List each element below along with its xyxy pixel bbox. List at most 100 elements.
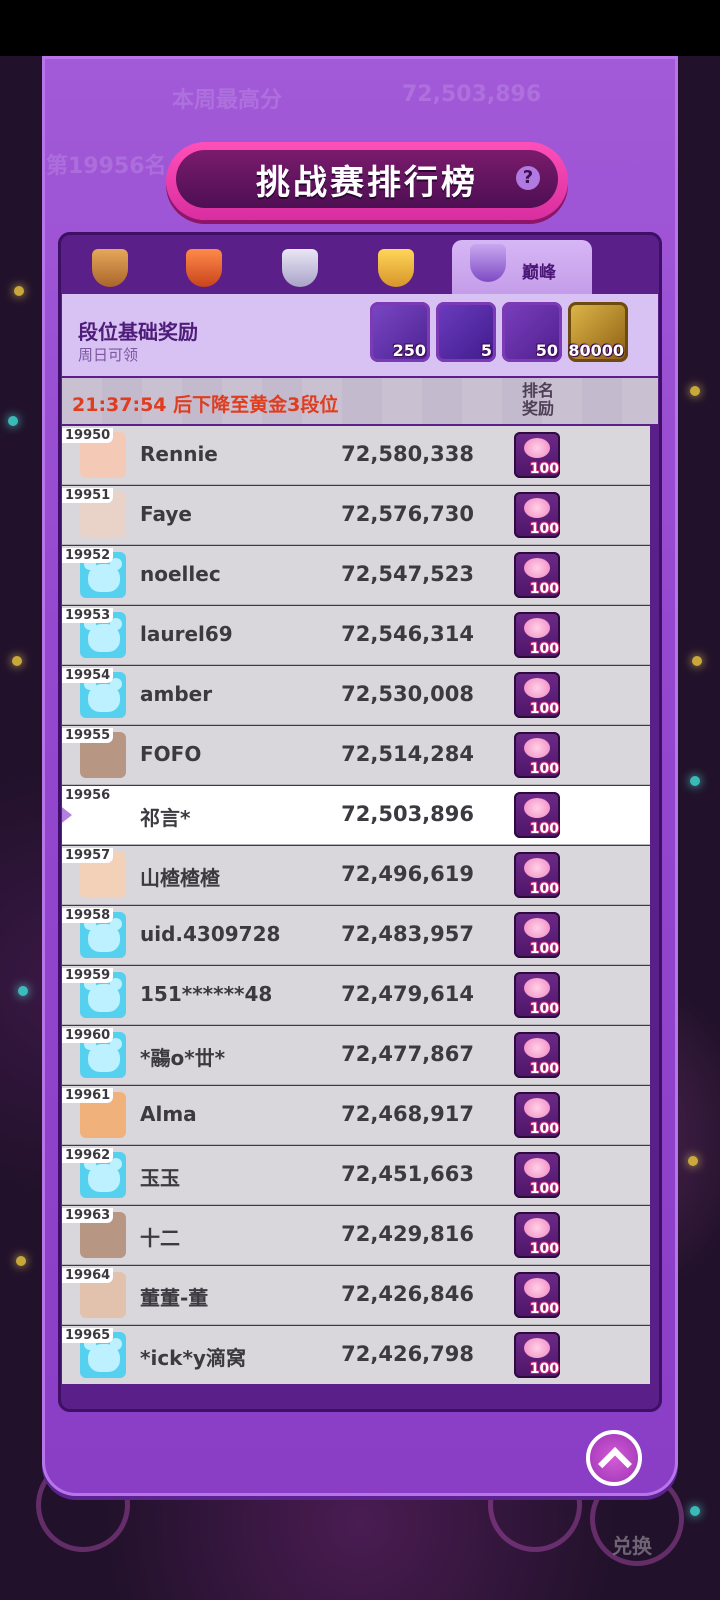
rank-prize-gem-icon[interactable]: 100 <box>514 732 560 778</box>
rank-prize-gem-icon[interactable]: 100 <box>514 1092 560 1138</box>
table-row[interactable]: 19961 Alma 72,468,917 100 <box>62 1086 650 1145</box>
player-name: laurel69 <box>140 622 233 646</box>
table-row[interactable]: 19959 151******48 72,479,614 100 <box>62 966 650 1025</box>
player-name: Rennie <box>140 442 218 466</box>
rank-prize-gem-icon[interactable]: 100 <box>514 972 560 1018</box>
rank-prize-gem-icon[interactable]: 100 <box>514 672 560 718</box>
rank-prize-gem-icon[interactable]: 100 <box>514 1212 560 1258</box>
prize-count: 100 <box>529 1301 559 1317</box>
bronze-shield-icon <box>92 249 128 287</box>
player-score: 72,530,008 <box>341 682 474 706</box>
reward-item-card[interactable]: 5 <box>436 302 496 362</box>
bg-my-rank: 第19956名 <box>46 154 167 179</box>
gem-icon <box>524 978 550 998</box>
table-row[interactable]: 19960 *鬺o*丗* 72,477,867 100 <box>62 1026 650 1085</box>
gem-icon <box>524 1218 550 1238</box>
table-row[interactable]: 19954 amber 72,530,008 100 <box>62 666 650 725</box>
tab-bronze[interactable] <box>86 244 134 292</box>
rank-prize-gem-icon[interactable]: 100 <box>514 552 560 598</box>
tab-silver[interactable] <box>276 244 324 292</box>
table-row[interactable]: 19963 十二 72,429,816 100 <box>62 1206 650 1265</box>
gem-icon <box>524 798 550 818</box>
gem-icon <box>524 558 550 578</box>
reward-item-gems[interactable]: 50 <box>502 302 562 362</box>
player-name: 祁言* <box>140 806 191 830</box>
rank-prize-gem-icon[interactable]: 100 <box>514 492 560 538</box>
tier-reward-section: 段位基础奖励 周日可领 250 5 50 80000 <box>62 294 658 376</box>
self-pointer-icon <box>62 804 72 826</box>
rank-prize-gem-icon[interactable]: 100 <box>514 1332 560 1378</box>
table-row[interactable]: 19950 Rennie 72,580,338 100 <box>62 426 650 485</box>
table-row[interactable]: 19958 uid.4309728 72,483,957 100 <box>62 906 650 965</box>
gem-icon <box>524 738 550 758</box>
gem-icon <box>524 1158 550 1178</box>
reward-count: 50 <box>535 341 558 360</box>
player-name: noellec <box>140 562 221 586</box>
prize-count: 100 <box>529 881 559 897</box>
tab-orange[interactable] <box>180 244 228 292</box>
table-row[interactable]: 19962 玉玉 72,451,663 100 <box>62 1146 650 1205</box>
table-row[interactable]: 19951 Faye 72,576,730 100 <box>62 486 650 545</box>
reward-count: 5 <box>480 341 492 360</box>
table-row[interactable]: 19955 FOFO 72,514,284 100 <box>62 726 650 785</box>
rank-number: 19950 <box>62 428 114 443</box>
player-name: 151******48 <box>140 982 273 1006</box>
rank-number: 19959 <box>62 968 114 983</box>
reward-item-gold-coins[interactable]: 80000 <box>568 302 628 362</box>
rank-prize-gem-icon[interactable]: 100 <box>514 1032 560 1078</box>
tab-peak-label: 巅峰 <box>522 263 556 283</box>
player-score: 72,468,917 <box>341 1102 474 1126</box>
prize-count: 100 <box>529 941 559 957</box>
table-row[interactable]: 19957 山楂楂楂 72,496,619 100 <box>62 846 650 905</box>
player-score: 72,479,614 <box>341 982 474 1006</box>
page-title: 挑战赛排行榜 <box>256 162 478 203</box>
ranking-list[interactable]: 19950 Rennie 72,580,338 100 19951 Faye 72,576,… <box>62 426 650 1384</box>
reward-count: 80000 <box>568 341 624 360</box>
player-score: 72,576,730 <box>341 502 474 526</box>
help-icon[interactable]: ? <box>516 166 540 190</box>
rank-number: 19951 <box>62 488 114 503</box>
rank-number: 19961 <box>62 1088 114 1103</box>
silver-crown-shield-icon <box>282 249 318 287</box>
gem-icon <box>524 1038 550 1058</box>
rank-prize-gem-icon[interactable]: 100 <box>514 1272 560 1318</box>
rank-number: 19960 <box>62 1028 114 1043</box>
rank-number: 19955 <box>62 728 114 743</box>
rank-prize-gem-icon[interactable]: 100 <box>514 1152 560 1198</box>
rank-number: 19957 <box>62 848 114 863</box>
rank-prize-gem-icon[interactable]: 100 <box>514 912 560 958</box>
tab-peak[interactable]: 巅峰 <box>452 240 592 298</box>
gem-icon <box>524 438 550 458</box>
reward-item-coins[interactable]: 250 <box>370 302 430 362</box>
prize-count: 100 <box>529 761 559 777</box>
player-score: 72,514,284 <box>341 742 474 766</box>
player-name: 十二 <box>140 1226 180 1250</box>
table-row[interactable]: 19953 laurel69 72,546,314 100 <box>62 606 650 665</box>
rank-prize-gem-icon[interactable]: 100 <box>514 432 560 478</box>
demotion-countdown: 21:37:54 后下降至黄金3段位 排名奖励 <box>62 378 658 424</box>
prize-count: 100 <box>529 1061 559 1077</box>
prize-count: 100 <box>529 1121 559 1137</box>
rank-prize-gem-icon[interactable]: 100 <box>514 852 560 898</box>
table-row[interactable]: 19964 董董-董 72,426,846 100 <box>62 1266 650 1325</box>
player-score: 72,503,896 <box>341 802 474 826</box>
player-score: 72,426,846 <box>341 1282 474 1306</box>
table-row-self[interactable]: 19956 祁言* 72,503,896 100 <box>62 786 650 845</box>
tier-tabs: 巅峰 <box>62 236 658 298</box>
bg-week-best-value: 72,503,896 <box>402 82 542 107</box>
title-banner: 挑战赛排行榜 ? <box>166 142 568 220</box>
table-row[interactable]: 19965 *ick*y滴窝 72,426,798 100 <box>62 1326 650 1384</box>
player-score: 72,483,957 <box>341 922 474 946</box>
player-name: *鬺o*丗* <box>140 1046 226 1070</box>
table-row[interactable]: 19952 noellec 72,547,523 100 <box>62 546 650 605</box>
rank-prize-gem-icon[interactable]: 100 <box>514 612 560 658</box>
scroll-to-me-button[interactable] <box>586 1430 642 1486</box>
gem-icon <box>524 918 550 938</box>
tab-gold[interactable] <box>372 244 420 292</box>
rank-number: 19952 <box>62 548 114 563</box>
rank-prize-gem-icon[interactable]: 100 <box>514 792 560 838</box>
prize-count: 100 <box>529 641 559 657</box>
exchange-label: 兑换 <box>612 1534 652 1558</box>
gem-icon <box>524 498 550 518</box>
gem-icon <box>524 1098 550 1118</box>
